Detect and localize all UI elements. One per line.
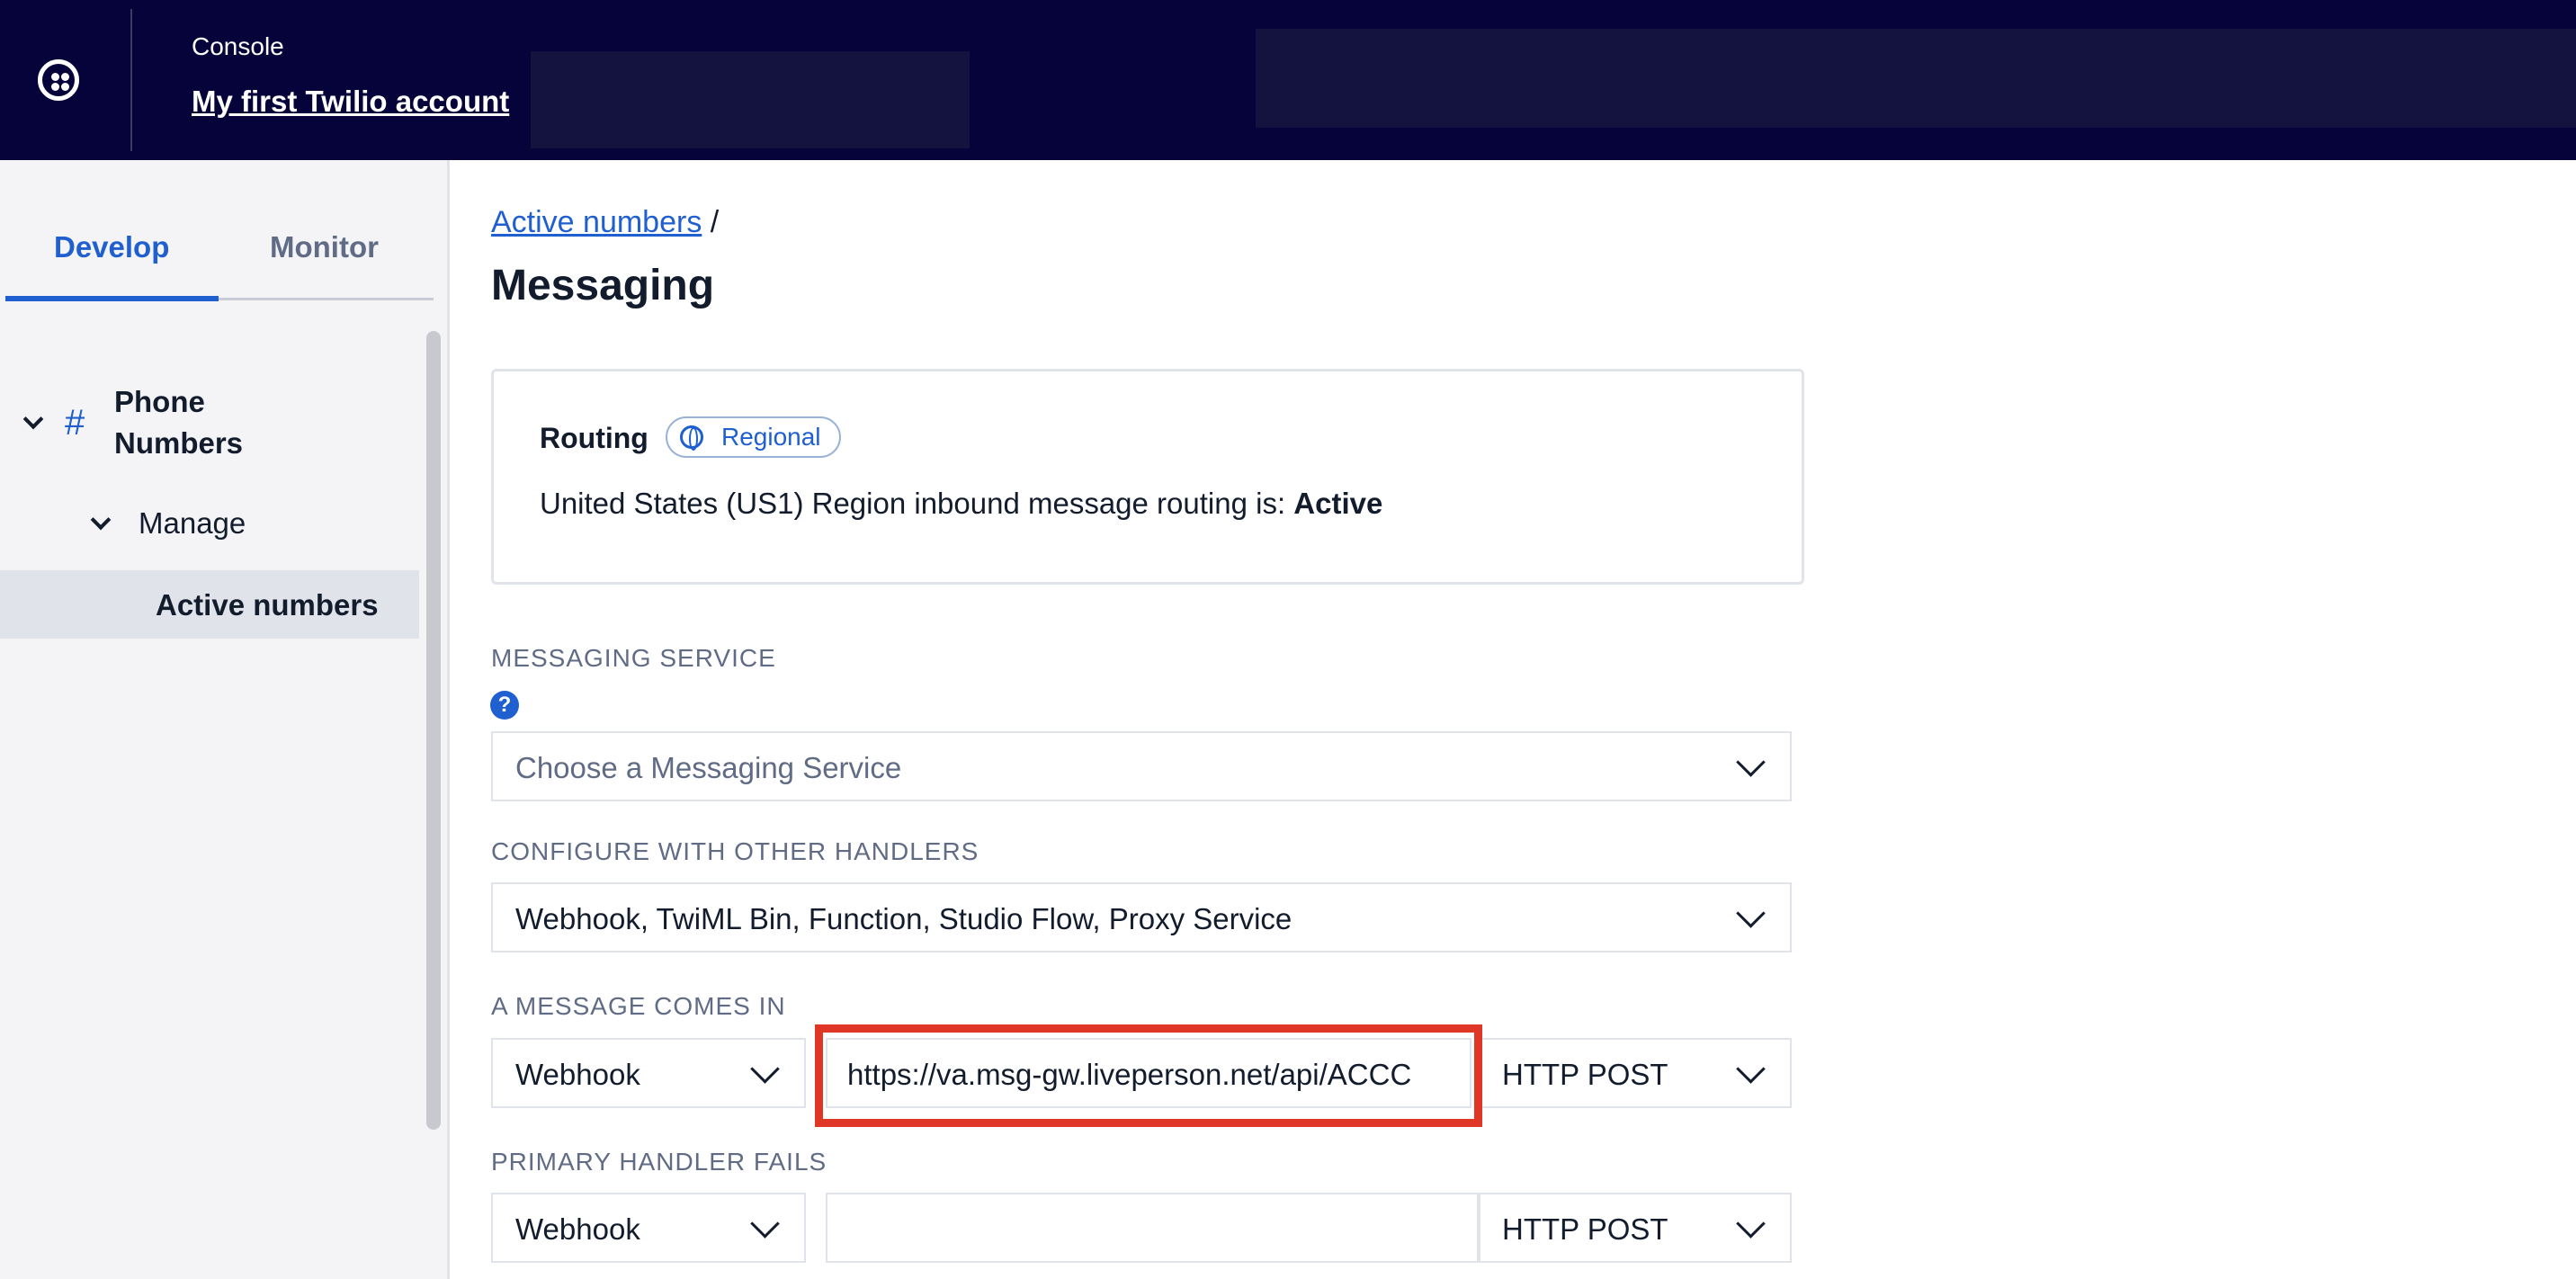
- chevron-down-icon: [750, 1054, 780, 1084]
- twilio-logo-icon[interactable]: [38, 59, 79, 101]
- chevron-down-icon: [1736, 1209, 1766, 1239]
- messaging-service-select[interactable]: Choose a Messaging Service: [491, 731, 1792, 801]
- message-http-method-select[interactable]: HTTP POST: [1479, 1038, 1792, 1108]
- regional-badge: Regional: [666, 416, 841, 458]
- fallback-http-method: HTTP POST: [1502, 1212, 1668, 1246]
- other-handlers-value: Webhook, TwiML Bin, Function, Studio Flo…: [515, 902, 1292, 935]
- breadcrumb-separator: /: [710, 205, 720, 239]
- header-divider: [130, 9, 132, 151]
- chevron-down-icon: [1736, 1054, 1766, 1084]
- fallback-handler-type-select[interactable]: Webhook: [491, 1193, 806, 1263]
- messaging-service-label: MESSAGING SERVICE: [491, 644, 776, 672]
- fallback-handler-type: Webhook: [515, 1212, 640, 1246]
- breadcrumb-active-numbers-link[interactable]: Active numbers: [491, 205, 702, 239]
- url-highlight-box: [815, 1024, 1482, 1127]
- fallback-url-input[interactable]: [826, 1193, 1479, 1263]
- account-name-link[interactable]: My first Twilio account: [192, 85, 509, 119]
- message-http-method: HTTP POST: [1502, 1058, 1668, 1091]
- chevron-down-icon: [1736, 899, 1766, 928]
- other-handlers-select[interactable]: Webhook, TwiML Bin, Function, Studio Flo…: [491, 882, 1792, 953]
- page-title: Messaging: [491, 262, 715, 309]
- routing-description: United States (US1) Region inbound messa…: [540, 487, 1286, 520]
- redacted-area: [531, 51, 970, 148]
- sidebar: Develop Monitor # Phone Numbers Manage A…: [0, 160, 447, 1279]
- top-bar: Console My first Twilio account: [0, 0, 2576, 160]
- console-label: Console: [192, 32, 284, 60]
- routing-label: Routing: [540, 422, 648, 454]
- primary-handler-fails-label: PRIMARY HANDLER FAILS: [491, 1148, 827, 1176]
- message-comes-in-label: A MESSAGE COMES IN: [491, 992, 786, 1020]
- tab-develop[interactable]: Develop: [54, 230, 169, 264]
- tab-monitor[interactable]: Monitor: [270, 230, 379, 264]
- chevron-down-icon[interactable]: [90, 509, 112, 531]
- hash-icon: #: [65, 403, 85, 443]
- messaging-service-placeholder: Choose a Messaging Service: [515, 751, 902, 784]
- help-icon[interactable]: ?: [490, 691, 519, 720]
- routing-card: Routing Regional United States (US1) Reg…: [491, 369, 1804, 585]
- chevron-down-icon: [1736, 747, 1766, 777]
- sidebar-scroll-thumb[interactable]: [426, 331, 441, 1130]
- regional-badge-label: Regional: [721, 423, 821, 451]
- message-handler-type: Webhook: [515, 1058, 640, 1091]
- routing-status: Active: [1293, 487, 1383, 520]
- chevron-down-icon[interactable]: [22, 408, 44, 430]
- sidebar-item-manage[interactable]: Manage: [139, 506, 246, 541]
- message-handler-type-select[interactable]: Webhook: [491, 1038, 806, 1108]
- sidebar-item-label: Active numbers: [156, 588, 379, 622]
- sidebar-border: [447, 160, 450, 1279]
- redacted-search-area: [1256, 29, 2576, 128]
- other-handlers-label: CONFIGURE WITH OTHER HANDLERS: [491, 837, 979, 865]
- chevron-down-icon: [750, 1209, 780, 1239]
- breadcrumb: Active numbers /: [491, 205, 719, 240]
- sidebar-item-phone-numbers[interactable]: Phone Numbers: [114, 381, 312, 464]
- globe-icon: [680, 425, 703, 451]
- active-tab-indicator: [5, 296, 219, 301]
- fallback-http-method-select[interactable]: HTTP POST: [1479, 1193, 1792, 1263]
- routing-status-text: United States (US1) Region inbound messa…: [540, 487, 1382, 521]
